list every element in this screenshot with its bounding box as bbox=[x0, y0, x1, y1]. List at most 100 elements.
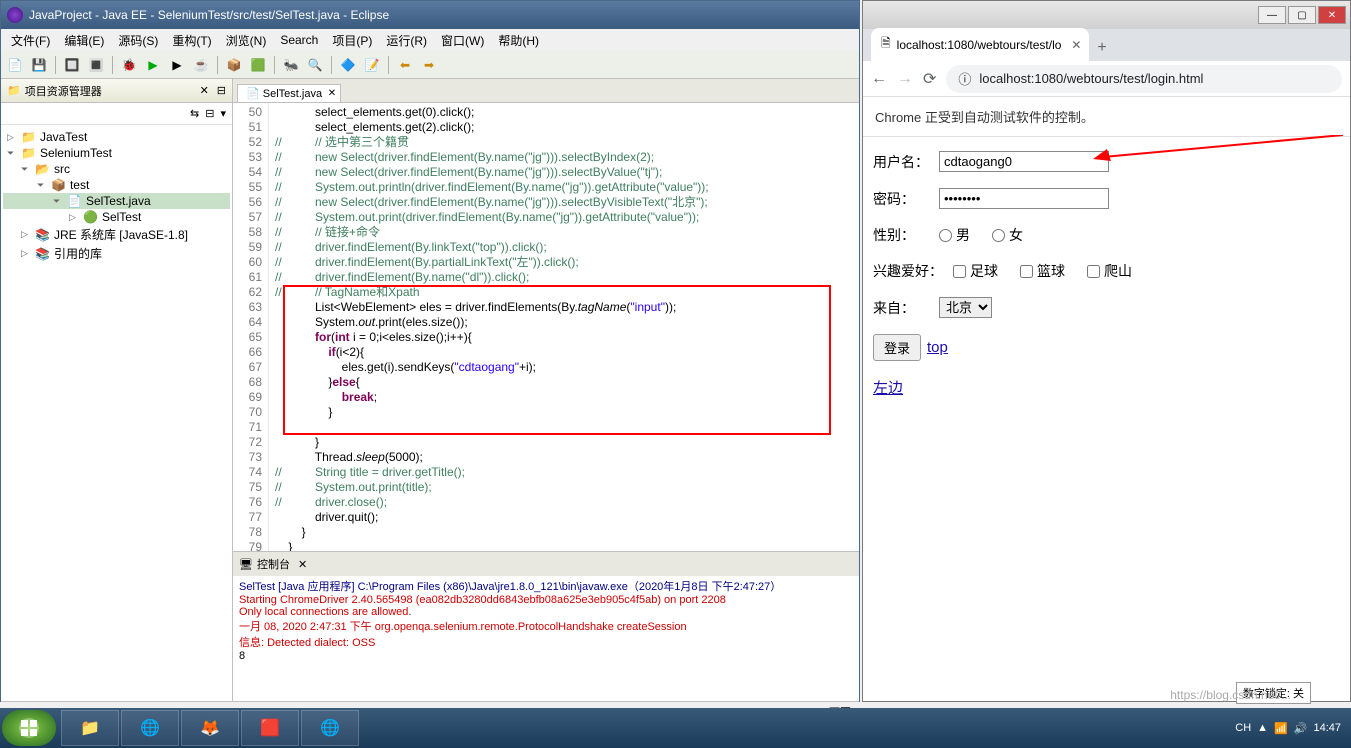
code-content[interactable]: select_elements.get(0).click(); select_e… bbox=[269, 103, 859, 551]
menu-navigate[interactable]: 浏览(N) bbox=[220, 30, 273, 51]
save-icon[interactable]: 💾 bbox=[29, 55, 49, 75]
hobby-football-label: 足球 bbox=[970, 261, 998, 281]
automation-banner: Chrome 正受到自动测试软件的控制。 bbox=[863, 97, 1350, 137]
collapse-icon[interactable]: ⊟ bbox=[217, 84, 226, 97]
menu-project[interactable]: 项目(P) bbox=[326, 30, 378, 51]
back-button[interactable]: ← bbox=[871, 70, 887, 88]
gender-female-radio[interactable] bbox=[992, 229, 1005, 242]
reload-button[interactable]: ⟳ bbox=[923, 69, 936, 89]
coverage-icon[interactable]: ☕ bbox=[191, 55, 211, 75]
page-icon: 🗎 bbox=[881, 34, 891, 55]
back-nav-icon[interactable]: ⬅ bbox=[395, 55, 415, 75]
new-server-icon[interactable]: 🔳 bbox=[86, 55, 106, 75]
gender-male-radio[interactable] bbox=[939, 229, 952, 242]
left-link[interactable]: 左边 bbox=[873, 380, 903, 397]
editor-tab-seltest[interactable]: 📄 SelTest.java ✕ bbox=[237, 84, 341, 102]
start-button[interactable] bbox=[2, 710, 56, 746]
maximize-button[interactable]: ▢ bbox=[1288, 6, 1316, 24]
menu-help[interactable]: 帮助(H) bbox=[492, 30, 545, 51]
password-input[interactable] bbox=[939, 188, 1109, 209]
task-firefox[interactable]: 🦊 bbox=[181, 710, 239, 746]
tray-network-icon[interactable]: 📶 bbox=[1274, 722, 1288, 735]
numlock-indicator: 数字锁定: 关 bbox=[1236, 682, 1311, 704]
task-explorer[interactable]: 📁 bbox=[61, 710, 119, 746]
new-class-icon[interactable]: 🟩 bbox=[248, 55, 268, 75]
collapse-all-icon[interactable]: ⊟ bbox=[205, 107, 214, 120]
run-last-icon[interactable]: ▶ bbox=[167, 55, 187, 75]
hobby-climb-checkbox[interactable] bbox=[1087, 265, 1100, 278]
gender-male-label: 男 bbox=[956, 225, 970, 245]
forward-nav-icon[interactable]: ➡ bbox=[419, 55, 439, 75]
eclipse-window: JavaProject - Java EE - SeleniumTest/src… bbox=[0, 0, 860, 702]
task-chrome[interactable]: 🌐 bbox=[121, 710, 179, 746]
task-chrome2[interactable]: 🌐 bbox=[301, 710, 359, 746]
chrome-titlebar[interactable]: — ▢ ✕ bbox=[863, 1, 1350, 29]
tree-item[interactable]: ⏷📦test bbox=[3, 177, 230, 193]
hobby-football-checkbox[interactable] bbox=[953, 265, 966, 278]
forward-button[interactable]: → bbox=[897, 70, 913, 88]
info-icon[interactable]: ⓘ bbox=[958, 69, 971, 88]
close-icon[interactable]: ✕ bbox=[1071, 38, 1081, 52]
new-java-icon[interactable]: 📦 bbox=[224, 55, 244, 75]
tree-item[interactable]: ⏷📄SelTest.java bbox=[3, 193, 230, 209]
menu-source[interactable]: 源码(S) bbox=[112, 30, 164, 51]
console-output[interactable]: SelTest [Java 应用程序] C:\Program Files (x8… bbox=[233, 576, 859, 701]
tree-item[interactable]: ▷📚JRE 系统库 [JavaSE-1.8] bbox=[3, 225, 230, 244]
search-icon[interactable]: 🔷 bbox=[338, 55, 358, 75]
menu-file[interactable]: 文件(F) bbox=[5, 30, 56, 51]
menu-refactor[interactable]: 重构(T) bbox=[166, 30, 217, 51]
close-button[interactable]: ✕ bbox=[1318, 6, 1346, 24]
hobby-basketball-checkbox[interactable] bbox=[1020, 265, 1033, 278]
tree-item[interactable]: ⏷📂src bbox=[3, 161, 230, 177]
tree-item[interactable]: ▷🟢SelTest bbox=[3, 209, 230, 225]
run-icon[interactable]: ▶ bbox=[143, 55, 163, 75]
eclipse-title: JavaProject - Java EE - SeleniumTest/src… bbox=[29, 8, 389, 22]
annotation-icon[interactable]: 📝 bbox=[362, 55, 382, 75]
eclipse-toolbar: 📄 💾 🔲 🔳 🐞 ▶ ▶ ☕ 📦 🟩 🐜 🔍 🔷 📝 ⬅ ➡ bbox=[1, 51, 859, 79]
java-file-icon: 📄 bbox=[246, 88, 260, 100]
new-icon[interactable]: 📄 bbox=[5, 55, 25, 75]
login-button[interactable]: 登录 bbox=[873, 334, 921, 361]
menu-window[interactable]: 窗口(W) bbox=[435, 30, 490, 51]
tray-clock[interactable]: 14:47 bbox=[1313, 722, 1341, 735]
project-tree[interactable]: ▷📁JavaTest⏷📁SeleniumTest⏷📂src⏷📦test⏷📄Sel… bbox=[1, 125, 232, 701]
menu-run[interactable]: 运行(R) bbox=[380, 30, 433, 51]
close-icon[interactable]: ✕ bbox=[298, 558, 307, 571]
code-editor[interactable]: 5051525354555657585960616263646566676869… bbox=[233, 103, 859, 551]
link-editor-icon[interactable]: ⇆ bbox=[190, 107, 199, 120]
windows-icon bbox=[17, 716, 41, 740]
menu-edit[interactable]: 编辑(E) bbox=[58, 30, 110, 51]
console-tab-label[interactable]: 控制台 bbox=[257, 556, 290, 572]
new-tab-button[interactable]: + bbox=[1089, 35, 1114, 61]
hobby-climb-label: 爬山 bbox=[1104, 261, 1132, 281]
debug-icon[interactable]: 🐞 bbox=[119, 55, 139, 75]
explorer-title: 项目资源管理器 bbox=[25, 83, 102, 99]
view-menu-icon[interactable]: ▾ bbox=[220, 107, 226, 120]
tree-item[interactable]: ▷📁JavaTest bbox=[3, 129, 230, 145]
tree-item[interactable]: ▷📚引用的库 bbox=[3, 244, 230, 263]
hobby-label: 兴趣爱好： bbox=[873, 261, 949, 281]
close-icon[interactable]: ✕ bbox=[328, 88, 336, 99]
task-intellij[interactable]: 🟥 bbox=[241, 710, 299, 746]
menu-search[interactable]: Search bbox=[274, 31, 324, 49]
tray-lang[interactable]: CH bbox=[1235, 722, 1251, 734]
system-tray[interactable]: CH ▲ 📶 🔊 14:47 bbox=[1235, 722, 1349, 735]
tray-flag-icon[interactable]: ▲ bbox=[1257, 722, 1268, 734]
open-perspective-icon[interactable]: 🔲 bbox=[62, 55, 82, 75]
eclipse-titlebar[interactable]: JavaProject - Java EE - SeleniumTest/src… bbox=[1, 1, 859, 29]
line-gutter: 5051525354555657585960616263646566676869… bbox=[233, 103, 269, 551]
tree-item[interactable]: ⏷📁SeleniumTest bbox=[3, 145, 230, 161]
username-input[interactable] bbox=[939, 151, 1109, 172]
open-type-icon[interactable]: 🔍 bbox=[305, 55, 325, 75]
chrome-tab[interactable]: 🗎 localhost:1080/webtours/test/lo ✕ bbox=[871, 28, 1089, 61]
ant-icon[interactable]: 🐜 bbox=[281, 55, 301, 75]
username-label: 用户名： bbox=[873, 152, 935, 172]
top-link[interactable]: top bbox=[927, 339, 948, 356]
close-icon[interactable]: ✕ bbox=[200, 84, 209, 97]
from-select[interactable]: 北京 bbox=[939, 297, 992, 318]
address-bar[interactable]: ⓘ localhost:1080/webtours/test/login.htm… bbox=[946, 65, 1342, 93]
editor-tab-label: SelTest.java bbox=[263, 88, 322, 100]
tray-sound-icon[interactable]: 🔊 bbox=[1294, 722, 1308, 735]
from-label: 来自： bbox=[873, 298, 935, 318]
minimize-button[interactable]: — bbox=[1258, 6, 1286, 24]
